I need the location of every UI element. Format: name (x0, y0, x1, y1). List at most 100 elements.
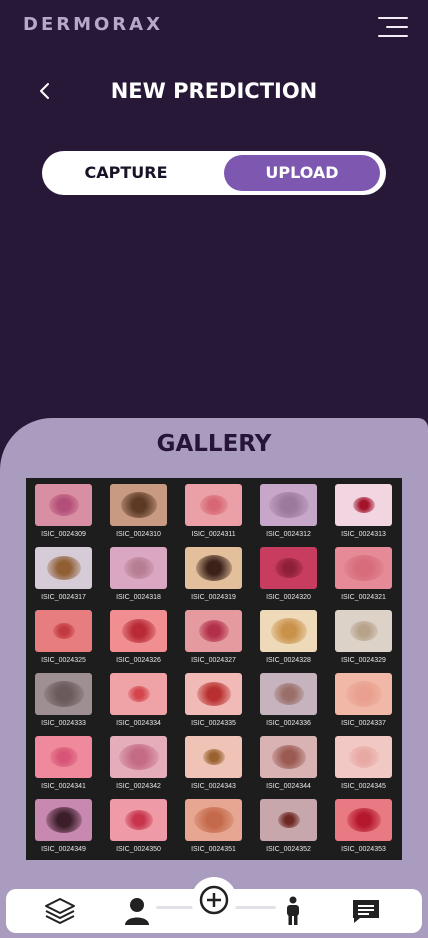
lesion-thumbnail[interactable] (110, 673, 167, 715)
lesion-thumbnail[interactable] (260, 610, 317, 652)
image-caption: ISIC_0024309 (41, 531, 86, 538)
lesion-thumbnail[interactable] (185, 673, 242, 715)
gallery-item[interactable]: ISIC_0024344 (251, 730, 326, 793)
image-caption: ISIC_0024336 (266, 720, 311, 727)
lesion-thumbnail[interactable] (185, 610, 242, 652)
lesion-thumbnail[interactable] (35, 610, 92, 652)
upload-tab[interactable]: UPLOAD (224, 155, 380, 191)
gallery-item[interactable]: ISIC_0024320 (251, 541, 326, 604)
lesion-thumbnail[interactable] (335, 610, 392, 652)
lesion-thumbnail[interactable] (185, 484, 242, 526)
lesion-thumbnail[interactable] (110, 610, 167, 652)
gallery-item[interactable]: ISIC_0024327 (176, 604, 251, 667)
gallery-item[interactable]: ISIC_0024310 (101, 478, 176, 541)
image-caption: ISIC_0024327 (191, 657, 236, 664)
gallery-item[interactable]: ISIC_0024353 (326, 793, 401, 856)
lesion-thumbnail[interactable] (110, 484, 167, 526)
lesion-spot (121, 619, 156, 643)
gallery-item[interactable]: ISIC_0024345 (326, 730, 401, 793)
image-caption: ISIC_0024319 (191, 594, 236, 601)
lesion-spot (274, 558, 303, 578)
lesion-thumbnail[interactable] (335, 547, 392, 589)
gallery-item[interactable]: ISIC_0024343 (176, 730, 251, 793)
lesion-spot (118, 744, 159, 770)
lesion-thumbnail[interactable] (35, 799, 92, 841)
image-caption: ISIC_0024329 (341, 657, 386, 664)
image-caption: ISIC_0024349 (41, 846, 86, 853)
gallery-item[interactable]: ISIC_0024336 (251, 667, 326, 730)
gallery-item[interactable]: ISIC_0024352 (251, 793, 326, 856)
image-caption: ISIC_0024328 (266, 657, 311, 664)
lesion-thumbnail[interactable] (35, 673, 92, 715)
lesion-thumbnail[interactable] (185, 547, 242, 589)
layers-icon[interactable] (43, 895, 77, 927)
lesion-thumbnail[interactable] (110, 736, 167, 778)
image-caption: ISIC_0024334 (116, 720, 161, 727)
add-circle-icon[interactable] (191, 877, 237, 923)
gallery-item[interactable]: ISIC_0024334 (101, 667, 176, 730)
lesion-thumbnail[interactable] (335, 673, 392, 715)
gallery-item[interactable]: ISIC_0024309 (26, 478, 101, 541)
lesion-thumbnail[interactable] (260, 673, 317, 715)
gallery-item[interactable]: ISIC_0024335 (176, 667, 251, 730)
gallery-item[interactable]: ISIC_0024326 (101, 604, 176, 667)
image-caption: ISIC_0024343 (191, 783, 236, 790)
gallery-item[interactable]: ISIC_0024319 (176, 541, 251, 604)
capture-tab[interactable]: CAPTURE (48, 155, 204, 191)
lesion-spot (127, 686, 150, 702)
gallery-item[interactable]: ISIC_0024350 (101, 793, 176, 856)
lesion-spot (349, 621, 378, 641)
image-caption: ISIC_0024342 (116, 783, 161, 790)
image-caption: ISIC_0024310 (116, 531, 161, 538)
lesion-spot (195, 555, 232, 581)
image-caption: ISIC_0024318 (116, 594, 161, 601)
gallery-item[interactable]: ISIC_0024341 (26, 730, 101, 793)
hamburger-menu-icon[interactable] (376, 14, 410, 40)
lesion-spot (52, 623, 75, 639)
lesion-thumbnail[interactable] (260, 799, 317, 841)
gallery-item[interactable]: ISIC_0024325 (26, 604, 101, 667)
gallery-item[interactable]: ISIC_0024342 (101, 730, 176, 793)
lesion-spot (346, 808, 381, 832)
image-caption: ISIC_0024333 (41, 720, 86, 727)
gallery-grid[interactable]: ISIC_0024309 ISIC_0024310 ISIC_0024311 ISIC… (26, 478, 402, 860)
gallery-item[interactable]: ISIC_0024318 (101, 541, 176, 604)
lesion-thumbnail[interactable] (35, 547, 92, 589)
gallery-item[interactable]: ISIC_0024317 (26, 541, 101, 604)
lesion-thumbnail[interactable] (260, 484, 317, 526)
user-icon[interactable] (120, 895, 154, 927)
brand-logo: DERMORAX (23, 14, 163, 35)
chat-icon[interactable] (349, 895, 383, 927)
lesion-spot (43, 681, 84, 707)
lesion-thumbnail[interactable] (185, 799, 242, 841)
gallery-item[interactable]: ISIC_0024329 (326, 604, 401, 667)
lesion-thumbnail[interactable] (35, 736, 92, 778)
gallery-item[interactable]: ISIC_0024312 (251, 478, 326, 541)
gallery-item[interactable]: ISIC_0024311 (176, 478, 251, 541)
gallery-panel: GALLERY ISIC_0024309 ISIC_0024310 ISIC_002… (0, 418, 428, 938)
image-caption: ISIC_0024351 (191, 846, 236, 853)
gallery-title: GALLERY (156, 431, 272, 457)
lesion-spot (345, 681, 382, 707)
lesion-thumbnail[interactable] (335, 799, 392, 841)
lesion-thumbnail[interactable] (335, 736, 392, 778)
lesion-thumbnail[interactable] (260, 736, 317, 778)
gallery-item[interactable]: ISIC_0024333 (26, 667, 101, 730)
lesion-thumbnail[interactable] (110, 799, 167, 841)
gallery-item[interactable]: ISIC_0024313 (326, 478, 401, 541)
image-caption: ISIC_0024352 (266, 846, 311, 853)
lesion-spot (202, 749, 225, 765)
gallery-item[interactable]: ISIC_0024328 (251, 604, 326, 667)
lesion-spot (277, 812, 300, 828)
lesion-thumbnail[interactable] (185, 736, 242, 778)
lesion-spot (199, 495, 228, 515)
lesion-thumbnail[interactable] (335, 484, 392, 526)
gallery-item[interactable]: ISIC_0024349 (26, 793, 101, 856)
person-standing-icon[interactable] (276, 895, 310, 927)
lesion-thumbnail[interactable] (260, 547, 317, 589)
lesion-thumbnail[interactable] (35, 484, 92, 526)
gallery-item[interactable]: ISIC_0024351 (176, 793, 251, 856)
gallery-item[interactable]: ISIC_0024321 (326, 541, 401, 604)
gallery-item[interactable]: ISIC_0024337 (326, 667, 401, 730)
lesion-thumbnail[interactable] (110, 547, 167, 589)
